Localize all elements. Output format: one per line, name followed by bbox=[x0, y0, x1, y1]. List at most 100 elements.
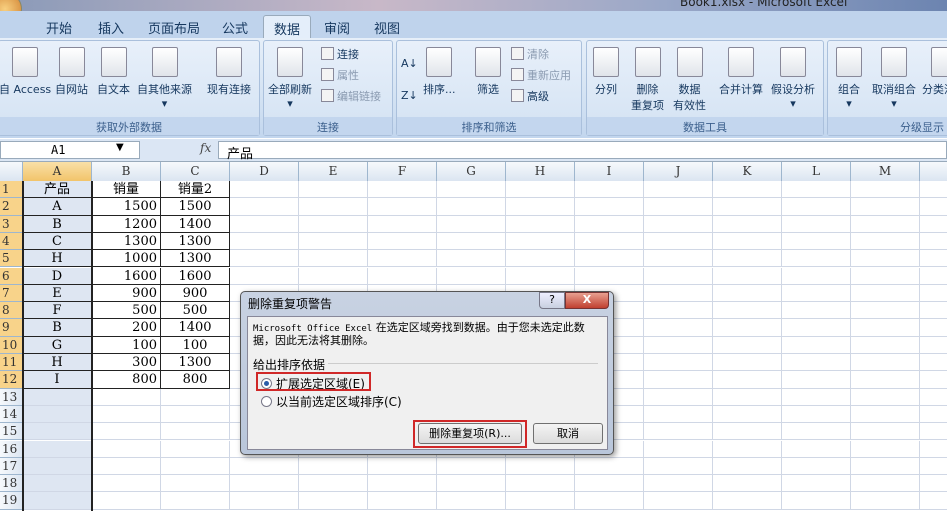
cell-N10[interactable] bbox=[920, 337, 947, 354]
cell-B7[interactable]: 900 bbox=[92, 284, 161, 303]
cell-F3[interactable] bbox=[368, 215, 437, 233]
row-header[interactable]: 8 bbox=[0, 302, 23, 320]
cell-F5[interactable] bbox=[368, 250, 437, 268]
from-web-button[interactable]: 自网站 bbox=[55, 47, 88, 97]
cell-D4[interactable] bbox=[230, 232, 299, 251]
row-header[interactable]: 15 bbox=[0, 423, 23, 441]
cell-L2[interactable] bbox=[782, 198, 851, 216]
cell-L11[interactable] bbox=[782, 354, 851, 372]
cell-J9[interactable] bbox=[644, 319, 713, 337]
sort-descending-button[interactable]: Z↓ bbox=[401, 89, 418, 102]
tab-insert[interactable]: 插入 bbox=[88, 15, 134, 38]
filter-button[interactable]: 筛选 bbox=[475, 47, 501, 97]
column-header-H[interactable]: H bbox=[506, 162, 575, 181]
cell-K10[interactable] bbox=[713, 336, 782, 354]
remove-duplicates-button[interactable]: 删除 重复项 bbox=[631, 47, 664, 113]
tab-home[interactable]: 开始 bbox=[36, 15, 82, 38]
cell-N12[interactable] bbox=[920, 371, 947, 389]
reapply-button[interactable]: 重新应用 bbox=[511, 67, 571, 83]
row-header[interactable]: 16 bbox=[0, 440, 23, 458]
cell-L14[interactable] bbox=[782, 405, 851, 424]
cell-K7[interactable] bbox=[713, 284, 782, 303]
cell-B3[interactable]: 1200 bbox=[92, 215, 161, 233]
column-header-I[interactable]: I bbox=[575, 162, 644, 181]
cell-M12[interactable] bbox=[851, 371, 920, 389]
cell-C6[interactable]: 1600 bbox=[161, 267, 230, 285]
row-header[interactable]: 18 bbox=[0, 475, 23, 493]
cell-N11[interactable] bbox=[920, 354, 947, 372]
cell-K17[interactable] bbox=[713, 457, 782, 476]
cell-K11[interactable] bbox=[713, 354, 782, 372]
row-header[interactable]: 14 bbox=[0, 405, 23, 424]
cell-N6[interactable] bbox=[920, 268, 947, 285]
cell-B13[interactable] bbox=[92, 388, 161, 406]
tab-formulas[interactable]: 公式 bbox=[212, 15, 258, 38]
cell-L4[interactable] bbox=[782, 232, 851, 251]
cell-E4[interactable] bbox=[299, 232, 368, 251]
subtotal-button[interactable]: 分类汇总 bbox=[922, 47, 947, 97]
cell-C3[interactable]: 1400 bbox=[161, 215, 230, 233]
cell-F19[interactable] bbox=[368, 492, 437, 510]
cell-L19[interactable] bbox=[782, 492, 851, 510]
sort-button[interactable]: 排序... bbox=[423, 47, 456, 97]
cell-M16[interactable] bbox=[851, 440, 920, 458]
row-header[interactable]: 3 bbox=[0, 215, 23, 233]
column-header-G[interactable]: G bbox=[437, 162, 506, 181]
cell-J11[interactable] bbox=[644, 354, 713, 372]
cell-G19[interactable] bbox=[437, 492, 506, 510]
cell-M8[interactable] bbox=[851, 302, 920, 320]
cell-J13[interactable] bbox=[644, 388, 713, 406]
cell-M13[interactable] bbox=[851, 388, 920, 406]
tab-page-layout[interactable]: 页面布局 bbox=[138, 15, 210, 38]
cell-J7[interactable] bbox=[644, 284, 713, 303]
cell-E2[interactable] bbox=[299, 198, 368, 216]
cell-D6[interactable] bbox=[230, 267, 299, 285]
cell-M19[interactable] bbox=[851, 492, 920, 510]
cell-E5[interactable] bbox=[299, 250, 368, 268]
cell-J17[interactable] bbox=[644, 457, 713, 476]
cell-K16[interactable] bbox=[713, 440, 782, 458]
insert-function-icon[interactable]: fx bbox=[200, 141, 211, 155]
cell-L8[interactable] bbox=[782, 302, 851, 320]
cell-B14[interactable] bbox=[92, 405, 161, 424]
cell-L16[interactable] bbox=[782, 440, 851, 458]
row-header[interactable]: 1 bbox=[0, 181, 23, 199]
cell-J14[interactable] bbox=[644, 405, 713, 424]
formula-input[interactable]: 产品 bbox=[218, 141, 947, 162]
cell-F1[interactable] bbox=[368, 181, 437, 199]
clear-button[interactable]: 清除 bbox=[511, 46, 549, 62]
cell-H3[interactable] bbox=[506, 215, 575, 233]
cell-N2[interactable] bbox=[920, 198, 947, 216]
cell-F2[interactable] bbox=[368, 198, 437, 216]
row-header[interactable]: 19 bbox=[0, 492, 23, 510]
cell-K6[interactable] bbox=[713, 267, 782, 285]
cell-I1[interactable] bbox=[575, 181, 644, 199]
cell-B4[interactable]: 1300 bbox=[92, 232, 161, 251]
cell-N9[interactable] bbox=[920, 319, 947, 337]
cell-K5[interactable] bbox=[713, 250, 782, 268]
cell-G1[interactable] bbox=[437, 181, 506, 199]
help-button[interactable]: ? bbox=[539, 292, 565, 309]
cell-I3[interactable] bbox=[575, 215, 644, 233]
row-header[interactable]: 7 bbox=[0, 284, 23, 303]
tab-view[interactable]: 视图 bbox=[364, 15, 410, 38]
row-header[interactable]: 5 bbox=[0, 250, 23, 268]
what-if-analysis-button[interactable]: 假设分析 ▾ bbox=[771, 47, 815, 110]
column-header-F[interactable]: F bbox=[368, 162, 437, 181]
cell-M2[interactable] bbox=[851, 198, 920, 216]
cell-C2[interactable]: 1500 bbox=[161, 198, 230, 216]
cell-L7[interactable] bbox=[782, 284, 851, 303]
cell-C15[interactable] bbox=[161, 423, 230, 441]
cell-C7[interactable]: 900 bbox=[161, 284, 230, 303]
cell-F6[interactable] bbox=[368, 267, 437, 285]
cell-C18[interactable] bbox=[161, 475, 230, 493]
cell-M17[interactable] bbox=[851, 457, 920, 476]
column-header-B[interactable]: B bbox=[92, 162, 161, 181]
row-header[interactable]: 2 bbox=[0, 198, 23, 216]
cell-B16[interactable] bbox=[92, 440, 161, 458]
cell-E1[interactable] bbox=[299, 181, 368, 199]
cell-K18[interactable] bbox=[713, 475, 782, 493]
cell-J5[interactable] bbox=[644, 250, 713, 268]
cell-D2[interactable] bbox=[230, 198, 299, 216]
cell-M5[interactable] bbox=[851, 250, 920, 268]
